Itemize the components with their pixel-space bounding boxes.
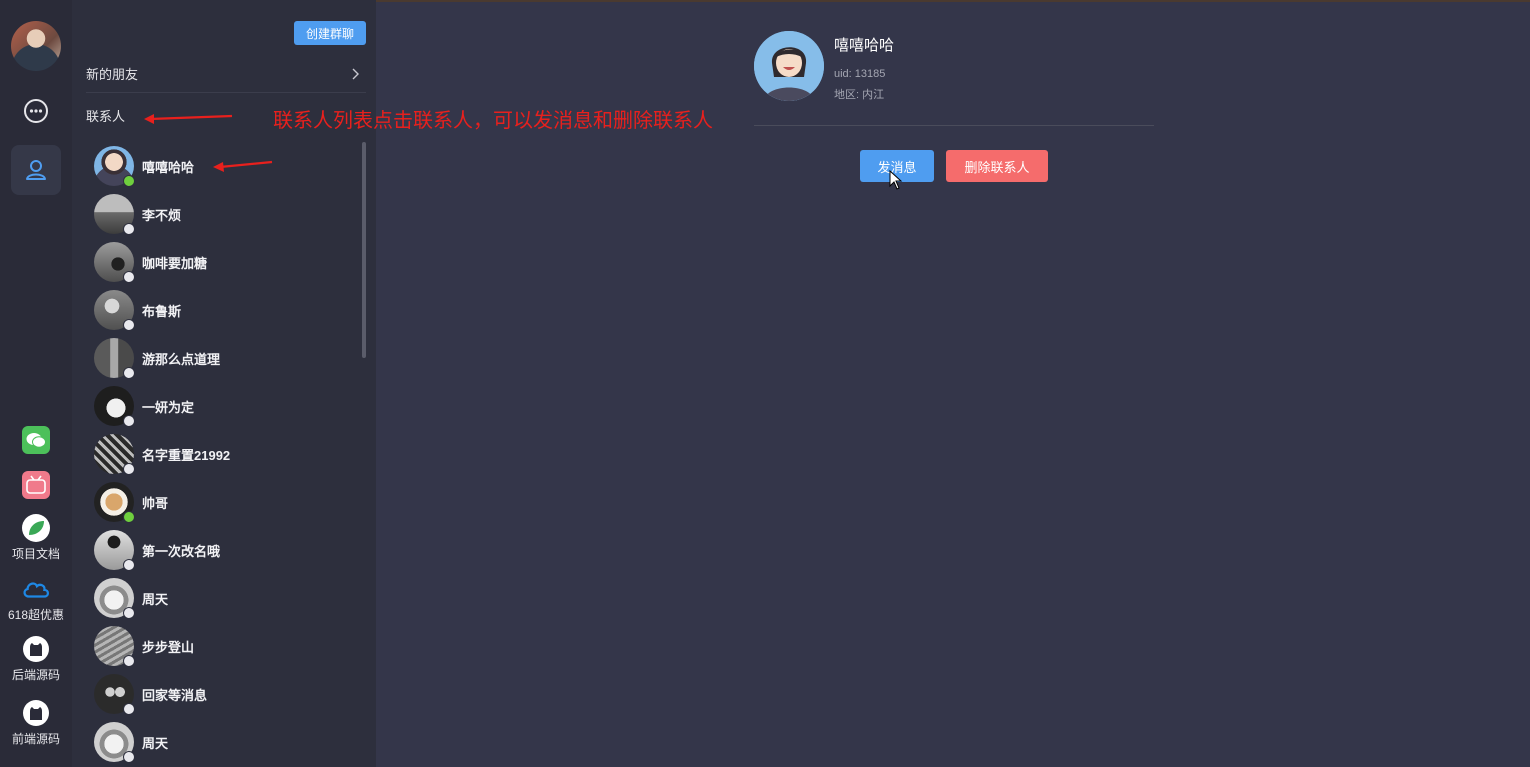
contact-item[interactable]: 帅哥 <box>94 481 354 523</box>
wechat-link[interactable] <box>0 426 72 454</box>
contact-list-scrollbar[interactable] <box>362 142 366 358</box>
frontend-source-link[interactable]: 前端源码 <box>0 699 72 747</box>
bilibili-link[interactable] <box>0 471 72 499</box>
contact-name: 布鲁斯 <box>142 303 182 319</box>
chevron-right-icon <box>352 68 359 79</box>
contact-avatar <box>94 578 135 619</box>
promo-label: 618超优惠 <box>7 608 65 622</box>
mouse-cursor-icon <box>889 170 903 190</box>
online-status-dot <box>123 511 135 523</box>
offline-status-dot <box>123 463 135 475</box>
backend-source-link[interactable]: 后端源码 <box>0 635 72 683</box>
offline-status-dot <box>123 271 135 283</box>
contact-avatar <box>94 722 135 763</box>
contact-item[interactable]: 步步登山 <box>94 625 354 667</box>
contact-name: 周天 <box>142 591 169 607</box>
contact-item[interactable]: 回家等消息 <box>94 673 354 715</box>
detail-uid: uid: 13185 <box>834 68 886 80</box>
contact-item[interactable]: 第一次改名哦 <box>94 529 354 571</box>
contact-item[interactable]: 名字重置21992 <box>94 433 354 475</box>
online-status-dot <box>123 175 135 187</box>
contact-avatar <box>94 482 135 523</box>
promo-link[interactable]: 618超优惠 <box>0 575 72 623</box>
detail-region: 地区: 内江 <box>834 89 885 101</box>
contact-avatar <box>94 194 135 235</box>
new-friends-row[interactable]: 新的朋友 <box>86 55 366 93</box>
annotation-arrows <box>144 114 273 172</box>
contact-name: 步步登山 <box>142 639 195 655</box>
offline-status-dot <box>123 607 135 619</box>
chat-bubble-icon <box>24 99 48 123</box>
detail-divider <box>754 125 1154 126</box>
chat-nav-button[interactable] <box>11 86 61 136</box>
project-docs-label: 项目文档 <box>11 547 60 561</box>
user-avatar[interactable] <box>11 21 61 71</box>
delete-contact-button[interactable]: 删除联系人 <box>946 150 1048 182</box>
offline-status-dot <box>123 223 135 235</box>
contact-avatar <box>94 434 135 475</box>
contact-item[interactable]: 布鲁斯 <box>94 289 354 331</box>
contact-item[interactable]: 一妍为定 <box>94 385 354 427</box>
contact-avatar <box>94 626 135 667</box>
contact-avatar <box>94 338 135 379</box>
detail-name: 嘻嘻哈哈 <box>834 37 895 54</box>
wechat-icon <box>22 426 50 454</box>
contact-item[interactable]: 游那么点道理 <box>94 337 354 379</box>
cloud-icon <box>22 575 50 603</box>
contact-name: 一妍为定 <box>142 399 195 415</box>
contacts-section-title: 联系人 <box>86 110 126 125</box>
offline-status-dot <box>123 319 135 331</box>
backend-source-label: 后端源码 <box>11 668 60 682</box>
contact-avatar <box>94 530 135 571</box>
offline-status-dot <box>123 703 135 715</box>
contact-avatar <box>94 290 135 331</box>
offline-status-dot <box>123 415 135 427</box>
contact-avatar <box>94 242 135 283</box>
create-group-button[interactable]: 创建群聊 <box>294 21 366 45</box>
contacts-icon <box>26 160 46 180</box>
annotation-text: 联系人列表点击联系人，可以发消息和删除联系人 <box>273 110 713 132</box>
offline-status-dot <box>123 559 135 571</box>
contact-list: 嘻嘻哈哈 李不烦 咖啡要加糖 布鲁斯 游那么点道理 一妍为定 名字重置21992… <box>72 140 376 767</box>
github-icon <box>22 635 50 663</box>
contact-item[interactable]: 周天 <box>94 721 354 763</box>
contact-name: 名字重置21992 <box>142 447 231 463</box>
offline-status-dot <box>123 367 135 379</box>
contact-name: 游那么点道理 <box>142 351 221 367</box>
contact-item[interactable]: 周天 <box>94 577 354 619</box>
offline-status-dot <box>123 751 135 763</box>
leaf-docs-icon <box>22 514 50 542</box>
offline-status-dot <box>123 655 135 667</box>
contact-item[interactable]: 咖啡要加糖 <box>94 241 354 283</box>
contact-name: 回家等消息 <box>142 687 208 703</box>
frontend-source-label: 前端源码 <box>11 732 60 746</box>
new-friends-label: 新的朋友 <box>86 68 139 83</box>
contact-avatar <box>94 146 135 187</box>
left-rail: 项目文档 618超优惠 后端源码 前端源码 <box>0 0 72 767</box>
contact-name: 帅哥 <box>142 495 169 511</box>
contact-name: 第一次改名哦 <box>142 543 221 559</box>
contacts-nav-button[interactable] <box>11 145 61 195</box>
contact-name: 咖啡要加糖 <box>142 255 208 271</box>
contact-item[interactable]: 李不烦 <box>94 193 354 235</box>
contact-name: 李不烦 <box>142 207 182 223</box>
bilibili-icon <box>22 471 50 499</box>
contact-name: 周天 <box>142 735 169 751</box>
github-icon <box>22 699 50 727</box>
detail-avatar <box>754 31 824 101</box>
contact-avatar <box>94 386 135 427</box>
contact-avatar <box>94 674 135 715</box>
project-docs-link[interactable]: 项目文档 <box>0 514 72 562</box>
